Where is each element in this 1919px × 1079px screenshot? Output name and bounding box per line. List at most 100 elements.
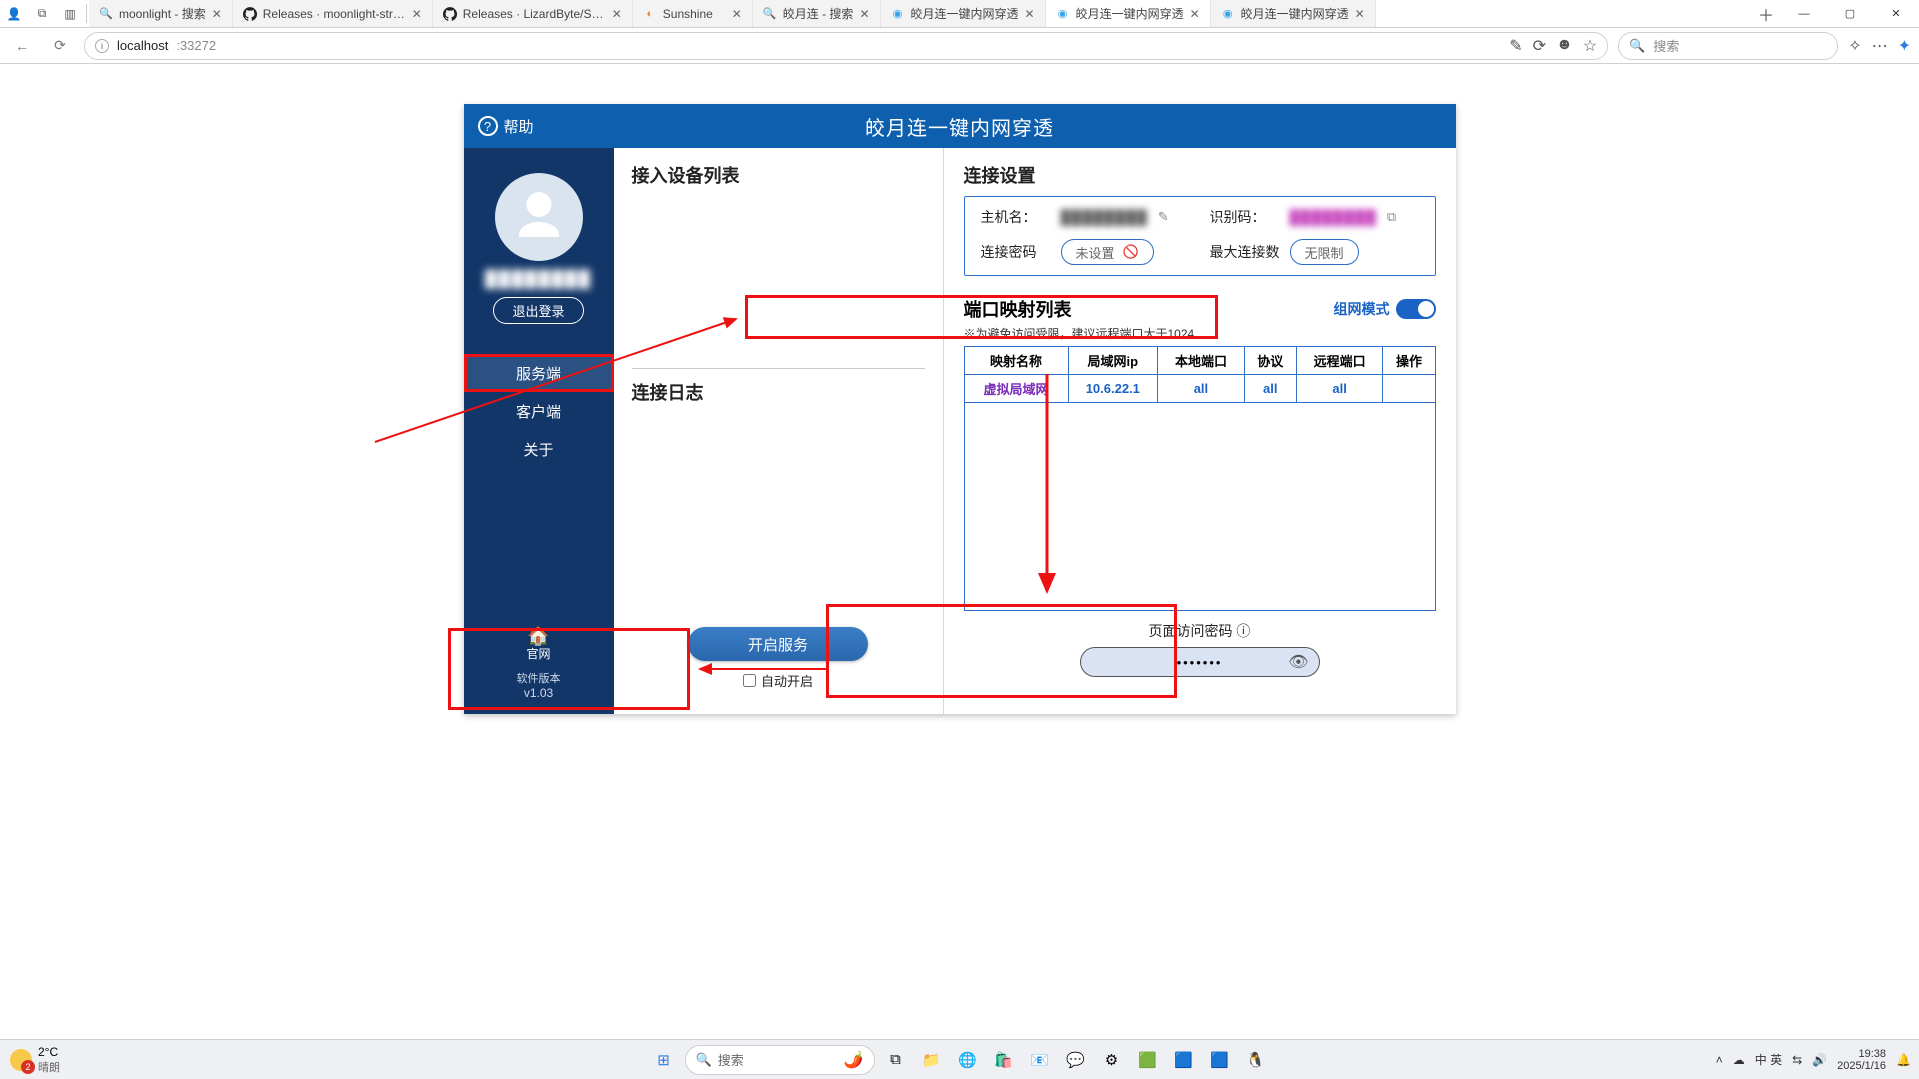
edge-icon[interactable]: 🌐 [953,1045,983,1075]
taskbar-search[interactable]: 🔍 搜索 🌶️ [685,1045,875,1075]
sidebar-item[interactable]: 服务端 [464,354,614,392]
sidebar-item[interactable]: 关于 [464,430,614,468]
explorer-icon[interactable]: 📁 [917,1045,947,1075]
browser-tab[interactable]: ◐Sunshine✕ [633,0,753,27]
browser-tab[interactable]: 🔍moonlight - 搜索✕ [89,0,233,27]
table-header-row: 映射名称 局域网ip 本地端口 协议 远程端口 操作 [964,347,1435,375]
browser-tab[interactable]: 🔍皎月连 - 搜索✕ [753,0,881,27]
tab-close-icon[interactable]: ✕ [732,7,742,21]
extensions-icon[interactable]: ✧ [1848,36,1861,56]
clock[interactable]: 19:38 2025/1/16 [1837,1048,1886,1072]
tray-wifi-icon[interactable]: ⇆ [1792,1053,1802,1067]
version-value: v1.03 [517,686,561,700]
read-aloud-icon[interactable]: ✎ [1509,36,1522,56]
row-ops [1383,375,1435,403]
weather-widget[interactable]: 2°C 晴朗 [0,1045,70,1075]
clock-date: 2025/1/16 [1837,1060,1886,1072]
back-button[interactable]: ← [8,32,36,60]
connection-settings-title: 连接设置 [964,162,1436,188]
home-label[interactable]: 官网 [517,645,561,662]
ime-indicator[interactable]: 中 英 [1755,1051,1782,1068]
browser-tab[interactable]: ◉皎月连一键内网穿透✕ [881,0,1046,27]
tab-favicon: ◉ [1221,7,1235,21]
col-ip: 局域网ip [1068,347,1158,375]
close-window-button[interactable]: ✕ [1873,0,1919,27]
max-conn-value: 无限制 [1305,243,1344,262]
appearance-icon[interactable]: ☻ [1556,36,1573,56]
start-service-button[interactable]: 开启服务 [688,627,868,661]
tab-close-icon[interactable]: ✕ [412,7,422,21]
tab-favicon [443,7,457,21]
tab-favicon: ◐ [643,7,657,21]
favorite-icon[interactable]: ☆ [1583,36,1597,56]
net-mode-label: 组网模式 [1334,299,1390,319]
tab-close-icon[interactable]: ✕ [1190,7,1200,21]
table-row[interactable]: 虚拟局域网 10.6.22.1 all all all [964,375,1435,403]
eye-icon[interactable]: 👁 [1288,652,1308,672]
app-icon-3[interactable]: 🟦 [1205,1045,1235,1075]
reload-button[interactable]: ⟳ [46,32,74,60]
taskview-icon[interactable]: ⧉ [881,1045,911,1075]
browser-tabs: 🔍moonlight - 搜索✕Releases · moonlight-str… [89,0,1751,27]
outlook-icon[interactable]: 📧 [1025,1045,1055,1075]
tab-close-icon[interactable]: ✕ [1355,7,1365,21]
toggle-switch[interactable] [1396,299,1436,319]
site-info-icon[interactable]: i [95,39,109,53]
auto-start-checkbox[interactable]: 自动开启 [743,671,813,690]
left-pane: 接入设备列表 连接日志 开启服务 自动开启 [614,148,944,714]
conn-password-pill[interactable]: 未设置 🚫 [1061,239,1154,265]
windows-taskbar: 2°C 晴朗 ⊞ 🔍 搜索 🌶️ ⧉ 📁 🌐 🛍️ 📧 💬 ⚙ 🟩 🟦 🟦 🐧 … [0,1039,1919,1079]
app-icon-2[interactable]: 🟦 [1169,1045,1199,1075]
store-icon[interactable]: 🛍️ [989,1045,1019,1075]
avatar[interactable] [495,173,583,261]
browser-search-box[interactable]: 🔍 搜索 [1618,32,1838,60]
notifications-icon[interactable]: 🔔 [1896,1053,1911,1067]
copy-id-icon[interactable]: ⧉ [1387,209,1396,225]
tab-close-icon[interactable]: ✕ [212,7,222,21]
page-password-value: ••••••• [1177,655,1223,670]
app-icon-1[interactable]: 🟩 [1133,1045,1163,1075]
tray-chevron-icon[interactable]: ˄ [1716,1053,1723,1067]
chat-icon[interactable]: 💬 [1061,1045,1091,1075]
profile-icon[interactable]: 👤 [0,0,28,27]
tray-volume-icon[interactable]: 🔊 [1812,1053,1827,1067]
address-bar[interactable]: i localhost:33272 ✎ ⟳ ☻ ☆ [84,32,1608,60]
browser-tab[interactable]: Releases · moonlight-stre…✕ [233,0,433,27]
tab-close-icon[interactable]: ✕ [612,7,622,21]
edit-host-icon[interactable]: ✎ [1158,209,1169,225]
page-password-field[interactable]: ••••••• 👁 [1080,647,1320,677]
browser-tab[interactable]: ◉皎月连一键内网穿透✕ [1211,0,1376,27]
host-value: ████████ [1061,209,1148,225]
tray-cloud-icon[interactable]: ☁ [1733,1053,1745,1067]
tab-title: moonlight - 搜索 [119,5,206,22]
weather-temp: 2°C [38,1045,60,1059]
conn-password-value: 未设置 [1076,243,1115,262]
tab-close-icon[interactable]: ✕ [1025,7,1035,21]
max-conn-pill[interactable]: 无限制 [1290,239,1359,265]
new-tab-button[interactable]: ＋ [1751,0,1781,27]
sidebar-item[interactable]: 客户端 [464,392,614,430]
qq-icon[interactable]: 🐧 [1241,1045,1271,1075]
start-button[interactable]: ⊞ [649,1045,679,1075]
row-lport: all [1158,375,1245,403]
logout-button[interactable]: 退出登录 [493,297,583,324]
browser-tab[interactable]: Releases · LizardByte/Sun…✕ [433,0,633,27]
more-icon[interactable]: ⋯ [1872,36,1888,56]
translate-icon[interactable]: ⟳ [1533,36,1546,56]
tabactions-icon[interactable]: ▥ [56,0,84,27]
col-ops: 操作 [1383,347,1435,375]
copilot-icon[interactable]: ✦ [1898,36,1911,56]
weather-cond: 晴朗 [38,1059,60,1075]
help-button[interactable]: ? 帮助 [464,116,548,137]
minimize-button[interactable]: — [1781,0,1827,27]
workspaces-icon[interactable]: ⧉ [28,0,56,27]
tab-close-icon[interactable]: ✕ [859,7,869,21]
maximize-button[interactable]: ▢ [1827,0,1873,27]
id-label: 识别码： [1210,207,1280,227]
auto-start-input[interactable] [743,674,756,687]
browser-tab[interactable]: ◉皎月连一键内网穿透✕ [1046,0,1211,27]
home-icon[interactable]: 🏠 [517,626,561,647]
net-mode-toggle[interactable]: 组网模式 [1334,299,1436,319]
steam-icon[interactable]: ⚙ [1097,1045,1127,1075]
port-map-title: 端口映射列表 [964,296,1072,322]
